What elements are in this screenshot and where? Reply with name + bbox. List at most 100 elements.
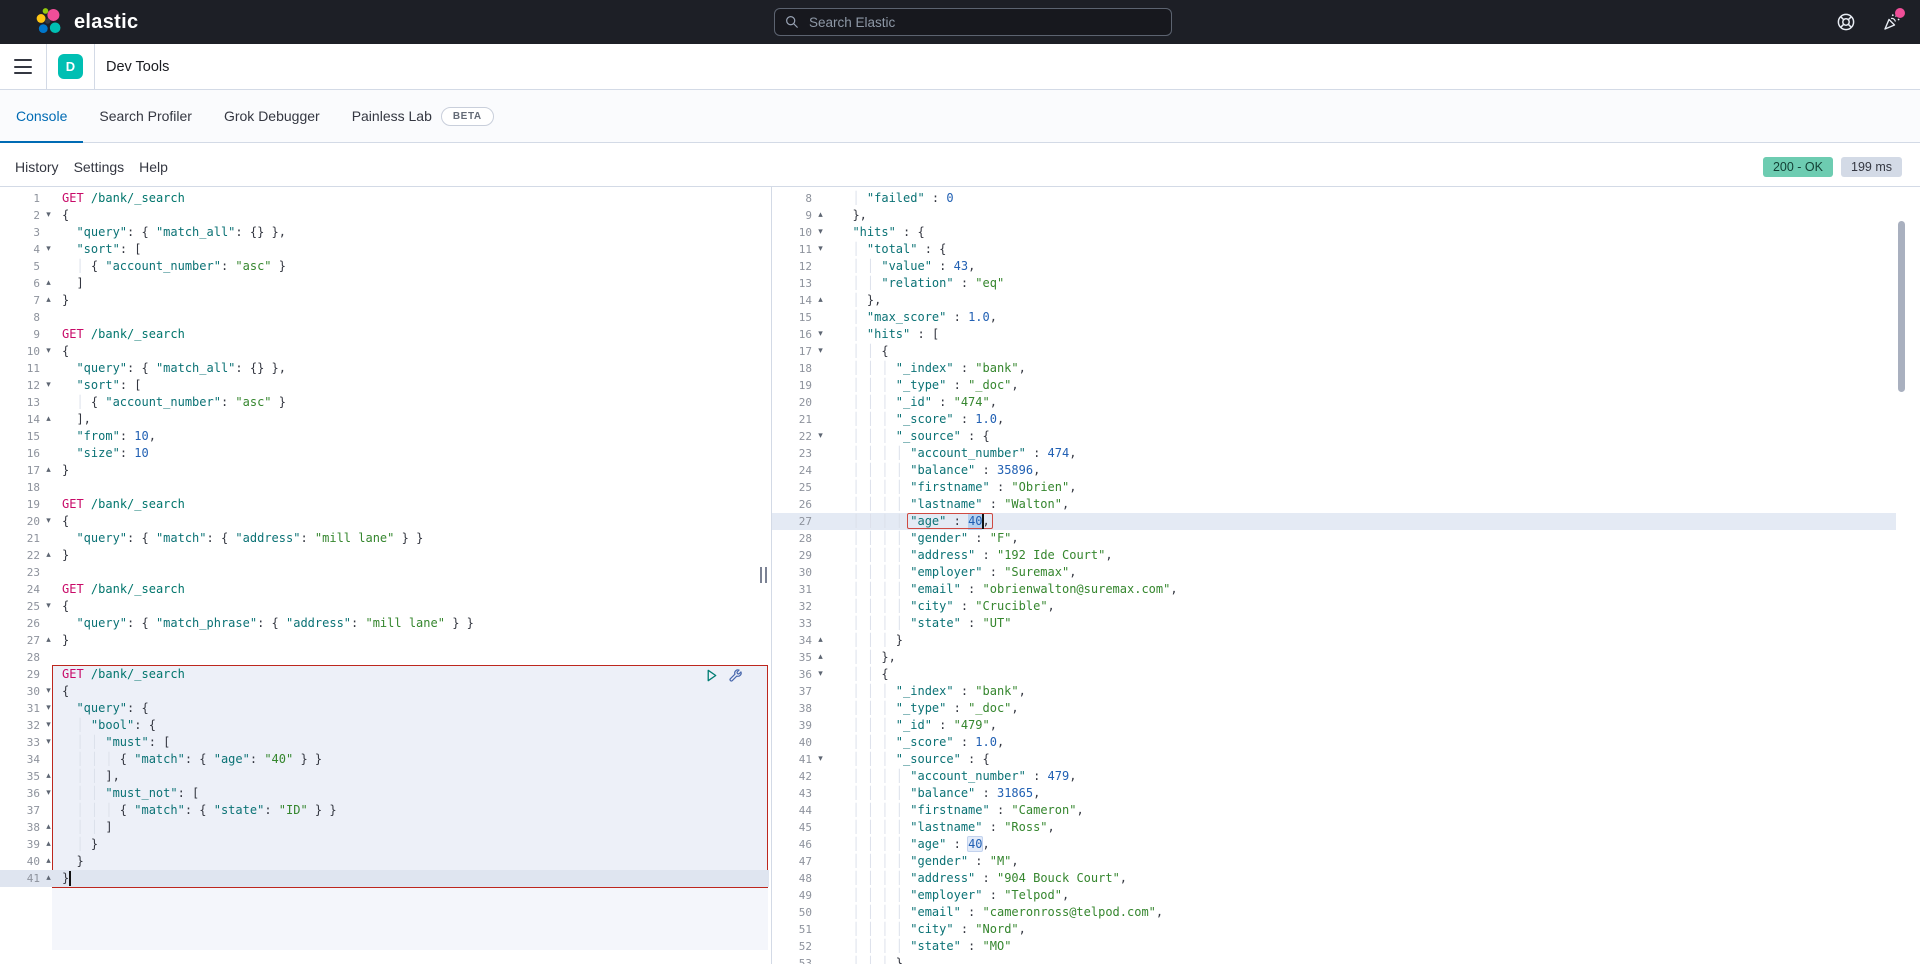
code-line[interactable]: │ │ ], — [62, 768, 474, 785]
fold-toggle-icon[interactable]: ▴ — [40, 768, 57, 785]
code-line[interactable]: │ │ }, — [838, 649, 1178, 666]
code-line[interactable] — [62, 309, 474, 326]
code-line[interactable]: │ │ │ │ "firstname" : "Cameron", — [838, 802, 1178, 819]
code-line[interactable] — [62, 479, 474, 496]
code-line[interactable]: │ │ │ │ "gender" : "M", — [838, 853, 1178, 870]
help-icon[interactable] — [1836, 12, 1856, 32]
code-line[interactable]: { — [62, 598, 474, 615]
menu-settings[interactable]: Settings — [74, 159, 125, 175]
code-line[interactable]: GET /bank/_search — [62, 496, 474, 513]
code-line[interactable]: │ │ │ "_id" : "474", — [838, 394, 1178, 411]
code-line[interactable]: │ { "account_number": "asc" } — [62, 258, 474, 275]
vertical-scrollbar-thumb[interactable] — [1898, 221, 1905, 392]
code-line[interactable]: │ │ │ │ "address" : "904 Bouck Court", — [838, 870, 1178, 887]
code-line[interactable]: │ │ │ │ "lastname" : "Walton", — [838, 496, 1178, 513]
fold-toggle-icon[interactable]: ▾ — [812, 751, 829, 768]
code-line[interactable]: } — [62, 870, 474, 887]
code-line[interactable]: │ │ "value" : 43, — [838, 258, 1178, 275]
code-line[interactable]: "query": { "match_all": {} }, — [62, 360, 474, 377]
code-line[interactable]: │ │ │ │ "account_number" : 474, — [838, 445, 1178, 462]
code-line[interactable]: │ │ │ "_type" : "_doc", — [838, 377, 1178, 394]
fold-toggle-icon[interactable]: ▾ — [40, 207, 57, 224]
code-line[interactable]: "query": { — [62, 700, 474, 717]
code-line[interactable]: "sort": [ — [62, 377, 474, 394]
code-line[interactable]: │ │ │ "_score" : 1.0, — [838, 734, 1178, 751]
code-line[interactable]: GET /bank/_search — [62, 190, 474, 207]
space-avatar[interactable]: D — [58, 54, 83, 79]
request-code[interactable]: GET /bank/_search{ "query": { "match_all… — [62, 190, 474, 887]
pane-resize-handle[interactable] — [760, 567, 770, 583]
code-line[interactable]: { — [62, 343, 474, 360]
tab-console[interactable]: Console — [0, 90, 83, 142]
code-line[interactable]: "sort": [ — [62, 241, 474, 258]
fold-toggle-icon[interactable]: ▾ — [40, 241, 57, 258]
fold-toggle-icon[interactable]: ▾ — [40, 598, 57, 615]
code-line[interactable]: │ │ │ │ "city" : "Nord", — [838, 921, 1178, 938]
code-line[interactable]: } — [62, 462, 474, 479]
code-line[interactable]: } — [62, 853, 474, 870]
code-line[interactable]: │ │ │ } — [838, 955, 1178, 964]
response-code[interactable]: │ "failed" : 0 }, "hits" : { │ "total" :… — [838, 190, 1178, 964]
tab-search-profiler[interactable]: Search Profiler — [83, 90, 208, 142]
code-line[interactable]: GET /bank/_search — [62, 581, 474, 598]
code-line[interactable]: │ │ │ │ "address" : "192 Ide Court", — [838, 547, 1178, 564]
fold-toggle-icon[interactable]: ▾ — [812, 241, 829, 258]
code-line[interactable]: │ "bool": { — [62, 717, 474, 734]
code-line[interactable]: } — [62, 632, 474, 649]
code-line[interactable]: │ │ │ │ "state" : "UT" — [838, 615, 1178, 632]
fold-toggle-icon[interactable]: ▾ — [40, 734, 57, 751]
fold-toggle-icon[interactable]: ▾ — [812, 428, 829, 445]
fold-toggle-icon[interactable]: ▴ — [812, 207, 829, 224]
code-line[interactable]: } — [62, 292, 474, 309]
code-line[interactable]: GET /bank/_search — [62, 666, 474, 683]
tab-grok-debugger[interactable]: Grok Debugger — [208, 90, 336, 142]
code-line[interactable]: GET /bank/_search — [62, 326, 474, 343]
code-line[interactable] — [62, 564, 474, 581]
fold-toggle-icon[interactable]: ▴ — [40, 462, 57, 479]
code-line[interactable]: │ │ │ │ "account_number" : 479, — [838, 768, 1178, 785]
fold-toggle-icon[interactable]: ▴ — [40, 275, 57, 292]
code-line[interactable]: │ │ │ │ "employer" : "Telpod", — [838, 887, 1178, 904]
code-line[interactable]: { — [62, 683, 474, 700]
code-line[interactable]: │ } — [62, 836, 474, 853]
fold-toggle-icon[interactable]: ▾ — [40, 717, 57, 734]
code-line[interactable]: │ │ │ { "match": { "state": "ID" } } — [62, 802, 474, 819]
code-line[interactable]: │ "max_score" : 1.0, — [838, 309, 1178, 326]
code-line[interactable]: │ │ "must_not": [ — [62, 785, 474, 802]
code-line[interactable]: │ "failed" : 0 — [838, 190, 1178, 207]
code-line[interactable]: { — [62, 513, 474, 530]
send-request-icon[interactable] — [704, 668, 719, 683]
code-line[interactable]: │ │ { — [838, 343, 1178, 360]
fold-toggle-icon[interactable]: ▴ — [40, 547, 57, 564]
fold-toggle-icon[interactable]: ▾ — [812, 343, 829, 360]
code-line[interactable]: }, — [838, 207, 1178, 224]
search-input[interactable] — [807, 14, 1161, 31]
code-line[interactable]: │ │ { — [838, 666, 1178, 683]
code-line[interactable]: │ │ │ "_source" : { — [838, 428, 1178, 445]
response-pane[interactable]: 89▴10▾11▾121314▴1516▾17▾1819202122▾23242… — [772, 187, 1920, 964]
code-line[interactable]: │ │ │ "_index" : "bank", — [838, 683, 1178, 700]
fold-toggle-icon[interactable]: ▴ — [40, 411, 57, 428]
fold-toggle-icon[interactable]: ▴ — [40, 853, 57, 870]
fold-toggle-icon[interactable]: ▾ — [812, 666, 829, 683]
code-line[interactable]: } — [62, 547, 474, 564]
code-line[interactable]: │ │ ] — [62, 819, 474, 836]
code-line[interactable]: { — [62, 207, 474, 224]
code-line[interactable]: │ │ │ │ "city" : "Crucible", — [838, 598, 1178, 615]
fold-toggle-icon[interactable]: ▾ — [812, 326, 829, 343]
code-line[interactable] — [62, 649, 474, 666]
code-line[interactable]: │ "total" : { — [838, 241, 1178, 258]
code-line[interactable]: "query": { "match": { "address": "mill l… — [62, 530, 474, 547]
code-line[interactable]: │ │ "must": [ — [62, 734, 474, 751]
code-line[interactable]: ], — [62, 411, 474, 428]
code-line[interactable]: │ │ │ } — [838, 632, 1178, 649]
code-line[interactable]: │ }, — [838, 292, 1178, 309]
menu-history[interactable]: History — [15, 159, 59, 175]
code-line[interactable]: │ │ │ "_id" : "479", — [838, 717, 1178, 734]
wrench-icon[interactable] — [728, 668, 743, 683]
code-line[interactable]: │ │ │ │ "email" : "cameronross@telpod.co… — [838, 904, 1178, 921]
elastic-logo[interactable]: elastic — [34, 0, 138, 44]
code-line[interactable]: │ │ │ "_source" : { — [838, 751, 1178, 768]
fold-toggle-icon[interactable]: ▴ — [40, 819, 57, 836]
news-feed-icon[interactable] — [1882, 12, 1902, 32]
